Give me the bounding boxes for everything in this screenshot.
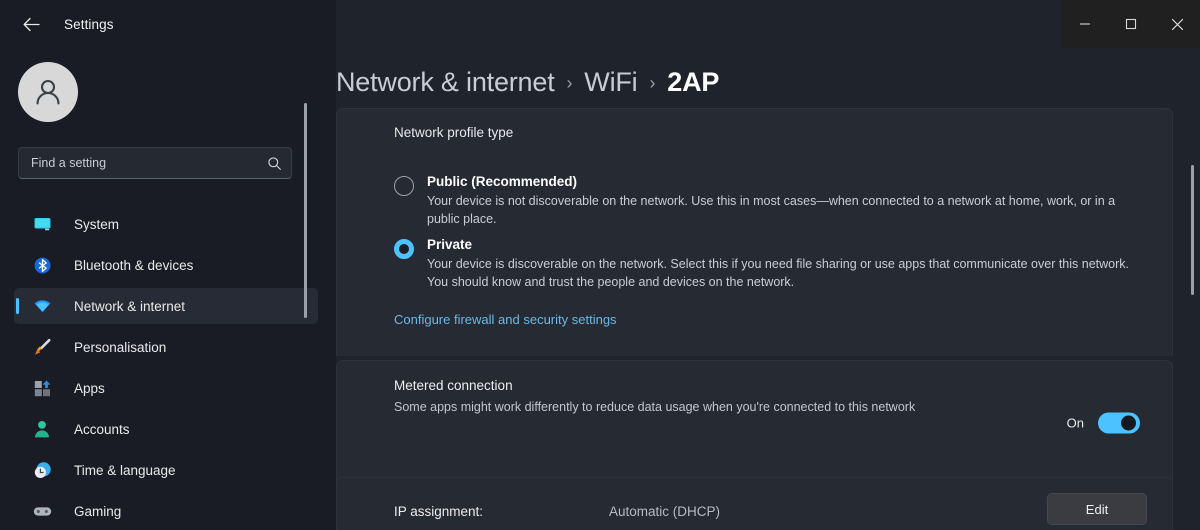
- ip-assignment-value: Automatic (DHCP): [609, 504, 721, 519]
- radio-public-description: Your device is not discoverable on the n…: [427, 194, 1116, 226]
- maximize-icon: [1125, 18, 1137, 30]
- minimize-button[interactable]: [1062, 0, 1108, 48]
- sidebar-item-time-language[interactable]: Time & language: [14, 452, 318, 488]
- sidebar-item-system[interactable]: System: [14, 206, 318, 242]
- content-area: Network & internet › WiFi › 2AP Network …: [336, 48, 1200, 530]
- chevron-right-icon: ›: [649, 72, 656, 93]
- breadcrumb-item-wifi[interactable]: WiFi: [584, 67, 637, 98]
- sidebar-scrollbar[interactable]: [304, 103, 307, 318]
- ip-assignment-label: IP assignment:: [394, 504, 484, 519]
- metered-connection-title: Metered connection: [394, 378, 513, 393]
- back-arrow-icon: [23, 17, 40, 31]
- radio-private-title: Private: [427, 237, 473, 252]
- radio-public[interactable]: [394, 176, 414, 196]
- metered-toggle-container: On: [1066, 412, 1140, 434]
- configure-firewall-link[interactable]: Configure firewall and security settings: [394, 312, 617, 327]
- title-bar: Settings: [0, 0, 1200, 48]
- network-profile-card: Network profile type Public (Recommended…: [336, 108, 1173, 356]
- window-title: Settings: [64, 16, 114, 32]
- chevron-right-icon: ›: [566, 72, 573, 93]
- sidebar-item-label: System: [74, 216, 120, 232]
- title-bar-drag-region: [336, 0, 1062, 48]
- close-button[interactable]: [1154, 0, 1200, 48]
- user-avatar-icon: [36, 79, 60, 105]
- maximize-button[interactable]: [1108, 0, 1154, 48]
- ip-assignment-card: IP assignment: Automatic (DHCP) Edit: [336, 477, 1173, 530]
- breadcrumb: Network & internet › WiFi › 2AP: [336, 57, 719, 107]
- search-box[interactable]: [18, 147, 292, 179]
- radio-public-title: Public (Recommended): [427, 174, 578, 189]
- monitor-icon: [32, 214, 52, 234]
- sidebar-item-label: Accounts: [74, 421, 130, 437]
- metered-toggle-state: On: [1066, 415, 1084, 431]
- sidebar-item-bluetooth-devices[interactable]: Bluetooth & devices: [14, 247, 318, 283]
- breadcrumb-item-network[interactable]: Network & internet: [336, 67, 555, 98]
- radio-public-text: Public (Recommended) Your device is not …: [427, 174, 1147, 228]
- sidebar-item-accounts[interactable]: Accounts: [14, 411, 318, 447]
- sidebar-item-label: Apps: [74, 380, 105, 396]
- radio-option-private[interactable]: Private Your device is discoverable on t…: [394, 237, 1147, 291]
- toggle-knob: [1121, 415, 1136, 431]
- sidebar-item-label: Gaming: [74, 503, 122, 519]
- content-scrollbar[interactable]: [1191, 165, 1194, 295]
- sidebar-nav: System Bluetooth & devices Network & int…: [0, 206, 336, 530]
- avatar: [18, 62, 78, 122]
- gamepad-icon: [32, 501, 52, 521]
- sidebar-item-network-internet[interactable]: Network & internet: [14, 288, 318, 324]
- network-profile-title: Network profile type: [394, 125, 514, 140]
- sidebar-item-label: Network & internet: [74, 298, 186, 314]
- radio-private-text: Private Your device is discoverable on t…: [427, 237, 1147, 291]
- title-bar-left: Settings: [0, 0, 336, 48]
- account-avatar-container[interactable]: [18, 62, 78, 122]
- close-icon: [1171, 18, 1183, 30]
- search-input[interactable]: [31, 156, 267, 170]
- paintbrush-icon: [32, 337, 52, 357]
- sidebar-item-apps[interactable]: Apps: [14, 370, 318, 406]
- back-button[interactable]: [14, 7, 48, 41]
- radio-option-public[interactable]: Public (Recommended) Your device is not …: [394, 174, 1147, 228]
- sidebar: System Bluetooth & devices: [0, 48, 336, 530]
- bluetooth-icon: [32, 255, 52, 275]
- sidebar-item-label: Time & language: [74, 462, 176, 478]
- search-icon[interactable]: [267, 156, 282, 171]
- person-icon: [35, 421, 49, 438]
- metered-connection-description: Some apps might work differently to redu…: [394, 400, 916, 414]
- clock-icon: [32, 460, 52, 480]
- sidebar-item-label: Bluetooth & devices: [74, 257, 194, 273]
- wifi-icon: [32, 296, 52, 316]
- sidebar-item-gaming[interactable]: Gaming: [14, 493, 318, 529]
- settings-window: Settings Find a setting System Bluetooth…: [0, 0, 1200, 530]
- apps-grid-icon: [32, 378, 52, 398]
- breadcrumb-item-current: 2AP: [667, 66, 720, 97]
- metered-connection-toggle[interactable]: [1098, 412, 1140, 434]
- minimize-icon: [1080, 23, 1090, 25]
- radio-private[interactable]: [394, 239, 414, 259]
- edit-ip-button[interactable]: Edit: [1047, 493, 1147, 525]
- search-container: [18, 147, 292, 179]
- window-controls: [1062, 0, 1200, 48]
- sidebar-item-personalisation[interactable]: Personalisation: [14, 329, 318, 365]
- radio-private-description: Your device is discoverable on the netwo…: [427, 257, 1129, 289]
- sidebar-item-label: Personalisation: [74, 339, 167, 355]
